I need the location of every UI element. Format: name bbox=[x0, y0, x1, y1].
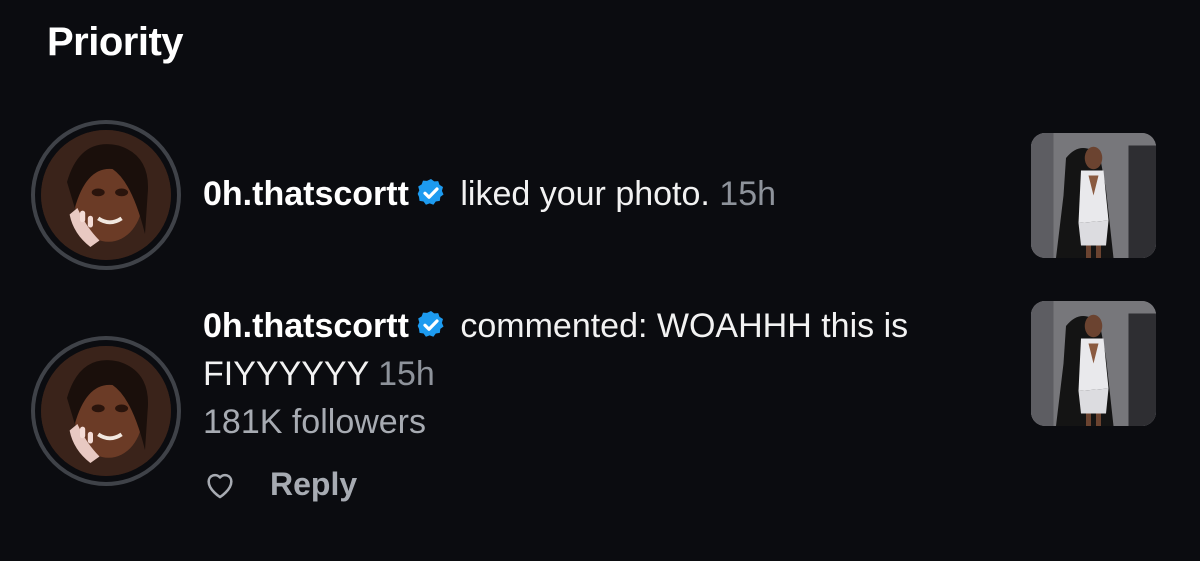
verified-badge-icon bbox=[415, 177, 447, 209]
timestamp: 15h bbox=[368, 355, 435, 393]
username[interactable]: 0h.thatscortt bbox=[203, 175, 409, 213]
notification-comment[interactable]: 0h.thatscortt commented: WOAHHH this is … bbox=[203, 302, 1003, 446]
username[interactable]: 0h.thatscortt bbox=[203, 307, 409, 345]
reply-button[interactable]: Reply bbox=[270, 466, 357, 503]
follower-count: 181K followers bbox=[203, 403, 427, 441]
section-title: Priority bbox=[47, 20, 184, 64]
post-thumbnail[interactable] bbox=[1031, 133, 1156, 258]
post-thumbnail[interactable] bbox=[1031, 301, 1156, 426]
avatar-image bbox=[41, 130, 171, 260]
notification-like[interactable]: 0h.thatscortt liked your photo. 15h bbox=[203, 170, 1003, 218]
timestamp: 15h bbox=[709, 175, 777, 213]
heart-outline-icon[interactable] bbox=[203, 468, 237, 502]
notification-action-text: liked your photo. bbox=[450, 175, 710, 213]
avatar-image bbox=[41, 346, 171, 476]
verified-badge-icon bbox=[415, 309, 447, 341]
comment-actions: Reply bbox=[203, 466, 357, 503]
avatar[interactable] bbox=[31, 336, 181, 486]
avatar[interactable] bbox=[31, 120, 181, 270]
